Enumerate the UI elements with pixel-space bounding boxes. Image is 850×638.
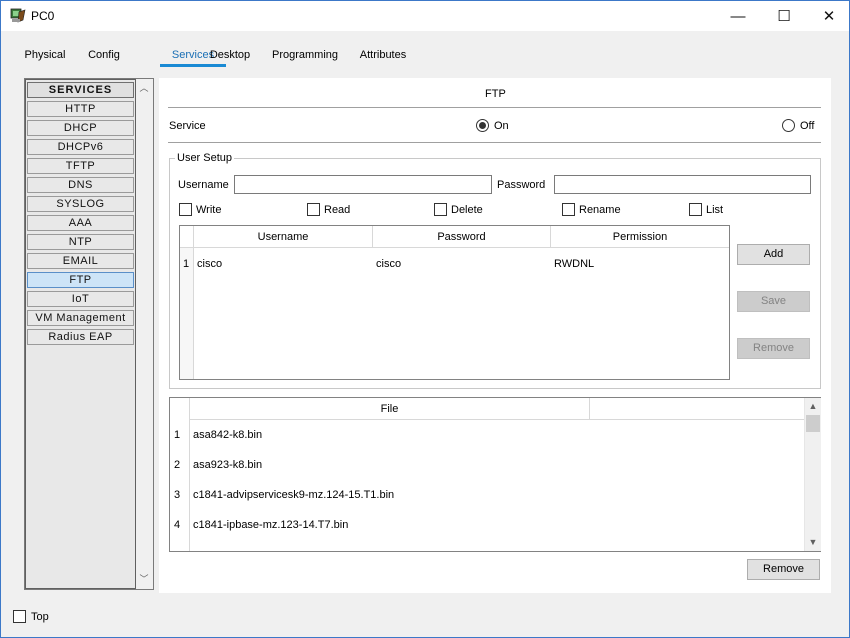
password-input[interactable] xyxy=(554,175,811,194)
minimize-icon: — xyxy=(730,7,746,25)
pc-app-icon xyxy=(10,8,26,23)
scroll-down-icon[interactable]: ﹀ xyxy=(136,572,152,587)
maximize-icon: ☐ xyxy=(777,8,791,25)
service-off-radio[interactable] xyxy=(782,119,795,132)
save-user-button[interactable]: Save xyxy=(737,291,810,312)
user-username-cell: cisco xyxy=(197,258,223,270)
service-dns[interactable]: DNS xyxy=(27,177,134,193)
file-number: 2 xyxy=(174,459,181,471)
scroll-thumb[interactable] xyxy=(806,415,820,432)
rename-label: Rename xyxy=(579,204,621,216)
tab-desktop[interactable]: Desktop xyxy=(205,45,255,67)
service-on-label: On xyxy=(494,120,509,132)
scroll-up-icon[interactable]: ︿ xyxy=(136,81,152,96)
service-divider xyxy=(168,142,821,143)
password-label: Password xyxy=(497,179,546,191)
column-file[interactable]: File xyxy=(190,398,590,420)
file-name: asa923-k8.bin xyxy=(193,459,263,471)
file-name: asa842-k8.bin xyxy=(193,429,263,441)
service-vm-management[interactable]: VM Management xyxy=(27,310,134,326)
service-dhcp[interactable]: DHCP xyxy=(27,120,134,136)
rename-checkbox[interactable] xyxy=(562,203,575,216)
service-http[interactable]: HTTP xyxy=(27,101,134,117)
users-table: Username Password Permission 1 cisco cis… xyxy=(179,225,730,380)
scroll-down-icon[interactable]: ▼ xyxy=(805,535,821,550)
file-number: 4 xyxy=(174,519,181,531)
files-scrollbar[interactable]: ▲ ▼ xyxy=(804,398,821,551)
close-button[interactable]: ✕ xyxy=(806,1,850,31)
service-dhcpv6[interactable]: DHCPv6 xyxy=(27,139,134,155)
read-label: Read xyxy=(324,204,351,216)
service-tftp[interactable]: TFTP xyxy=(27,158,134,174)
service-email[interactable]: EMAIL xyxy=(27,253,134,269)
user-password-cell: cisco xyxy=(376,258,402,270)
services-header: SERVICES xyxy=(27,82,134,98)
file-empty-header xyxy=(590,398,804,420)
service-label: Service xyxy=(169,120,206,132)
row-number-header xyxy=(180,226,194,248)
write-checkbox[interactable] xyxy=(179,203,192,216)
remove-file-button[interactable]: Remove xyxy=(747,559,820,580)
service-iot[interactable]: IoT xyxy=(27,291,134,307)
file-name: c1841-advipservicesk9-mz.124-15.T1.bin xyxy=(193,489,395,501)
service-ntp[interactable]: NTP xyxy=(27,234,134,250)
service-on-radio[interactable] xyxy=(476,119,489,132)
service-ftp[interactable]: FTP xyxy=(27,272,134,288)
user-permission-cell: RWDNL xyxy=(554,258,595,270)
service-radius-eap[interactable]: Radius EAP xyxy=(27,329,134,345)
service-off-label: Off xyxy=(800,120,815,132)
tab-physical[interactable]: Physical xyxy=(19,45,71,67)
list-label: List xyxy=(706,204,724,216)
file-number: 1 xyxy=(174,429,181,441)
files-table: File 1 asa842-k8.bin 2 asa923-k8.bin 3 c… xyxy=(169,397,821,552)
row-number: 1 xyxy=(183,258,190,270)
maximize-button[interactable]: ☐ xyxy=(761,1,807,31)
tab-attributes[interactable]: Attributes xyxy=(353,45,413,67)
services-scrollbar[interactable]: ︿ ﹀ xyxy=(136,79,153,589)
title-bar: PC0 — ☐ ✕ xyxy=(1,1,849,31)
minimize-button[interactable]: — xyxy=(715,1,761,31)
top-checkbox[interactable] xyxy=(13,610,26,623)
top-label: Top xyxy=(31,611,49,623)
file-number: 3 xyxy=(174,489,181,501)
column-permission[interactable]: Permission xyxy=(551,226,729,248)
service-syslog[interactable]: SYSLOG xyxy=(27,196,134,212)
user-setup-legend: User Setup xyxy=(175,152,235,164)
column-username[interactable]: Username xyxy=(194,226,373,248)
list-checkbox[interactable] xyxy=(689,203,702,216)
tab-programming[interactable]: Programming xyxy=(267,45,343,67)
scroll-up-icon[interactable]: ▲ xyxy=(805,399,821,414)
title-divider xyxy=(168,107,821,108)
close-icon: ✕ xyxy=(822,8,836,25)
delete-label: Delete xyxy=(451,204,483,216)
panel-title: FTP xyxy=(485,88,506,100)
file-name: c1841-ipbase-mz.123-14.T7.bin xyxy=(193,519,349,531)
read-checkbox[interactable] xyxy=(307,203,320,216)
remove-user-button[interactable]: Remove xyxy=(737,338,810,359)
window-title: PC0 xyxy=(31,9,55,23)
write-label: Write xyxy=(196,204,222,216)
column-password[interactable]: Password xyxy=(373,226,551,248)
delete-checkbox[interactable] xyxy=(434,203,447,216)
tab-config[interactable]: Config xyxy=(83,45,125,67)
username-input[interactable] xyxy=(234,175,492,194)
add-user-button[interactable]: Add xyxy=(737,244,810,265)
app-window: PC0 — ☐ ✕ Physical Config Services Deskt… xyxy=(0,0,850,638)
service-aaa[interactable]: AAA xyxy=(27,215,134,231)
username-label: Username xyxy=(178,179,229,191)
